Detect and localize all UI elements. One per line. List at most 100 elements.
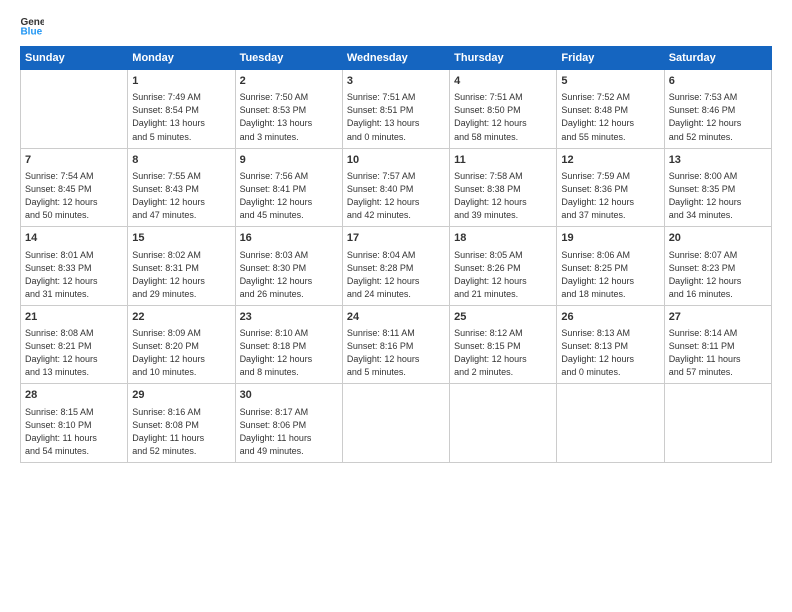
calendar-cell: 7 Sunrise: 7:54 AM Sunset: 8:45 PM Daylig… (21, 148, 128, 227)
calendar-cell: 4 Sunrise: 7:51 AM Sunset: 8:50 PM Daylig… (450, 70, 557, 149)
day-info: Sunrise: 7:53 AM Sunset: 8:46 PM Dayligh… (669, 91, 767, 143)
calendar-cell: 8 Sunrise: 7:55 AM Sunset: 8:43 PM Daylig… (128, 148, 235, 227)
weekday-header-friday: Friday (557, 47, 664, 70)
day-info: Sunrise: 7:59 AM Sunset: 8:36 PM Dayligh… (561, 170, 659, 222)
calendar-cell: 23 Sunrise: 8:10 AM Sunset: 8:18 PM Dayli… (235, 305, 342, 384)
day-info: Sunrise: 8:06 AM Sunset: 8:25 PM Dayligh… (561, 249, 659, 301)
calendar-cell: 5 Sunrise: 7:52 AM Sunset: 8:48 PM Daylig… (557, 70, 664, 149)
calendar-cell: 16 Sunrise: 8:03 AM Sunset: 8:30 PM Dayli… (235, 227, 342, 306)
calendar-cell: 21 Sunrise: 8:08 AM Sunset: 8:21 PM Dayli… (21, 305, 128, 384)
calendar-cell: 28Sunrise: 8:15 AM Sunset: 8:10 PM Dayli… (21, 384, 128, 463)
day-number: 19 (561, 231, 659, 246)
day-info: Sunrise: 7:51 AM Sunset: 8:51 PM Dayligh… (347, 91, 445, 143)
calendar-cell (21, 70, 128, 149)
calendar-cell: 17Sunrise: 8:04 AM Sunset: 8:28 PM Dayli… (342, 227, 449, 306)
calendar-cell: 15 Sunrise: 8:02 AM Sunset: 8:31 PM Dayli… (128, 227, 235, 306)
calendar-cell: 2 Sunrise: 7:50 AM Sunset: 8:53 PM Daylig… (235, 70, 342, 149)
day-info: Sunrise: 7:56 AM Sunset: 8:41 PM Dayligh… (240, 170, 338, 222)
day-info: Sunrise: 7:50 AM Sunset: 8:53 PM Dayligh… (240, 91, 338, 143)
day-number: 30 (240, 388, 338, 403)
calendar-cell (450, 384, 557, 463)
weekday-header-tuesday: Tuesday (235, 47, 342, 70)
day-number: 25 (454, 310, 552, 325)
calendar-cell: 11 Sunrise: 7:58 AM Sunset: 8:38 PM Dayli… (450, 148, 557, 227)
day-number: 5 (561, 74, 659, 89)
calendar-page: General Blue SundayMondayTuesdayWednesda… (0, 0, 792, 612)
calendar-cell: 14 Sunrise: 8:01 AM Sunset: 8:33 PM Dayli… (21, 227, 128, 306)
day-info: Sunrise: 8:04 AM Sunset: 8:28 PM Dayligh… (347, 249, 445, 301)
week-row-2: 7 Sunrise: 7:54 AM Sunset: 8:45 PM Daylig… (21, 148, 772, 227)
day-info: Sunrise: 7:58 AM Sunset: 8:38 PM Dayligh… (454, 170, 552, 222)
day-info: Sunrise: 8:13 AM Sunset: 8:13 PM Dayligh… (561, 327, 659, 379)
weekday-header-sunday: Sunday (21, 47, 128, 70)
day-info: Sunrise: 7:57 AM Sunset: 8:40 PM Dayligh… (347, 170, 445, 222)
calendar-cell (557, 384, 664, 463)
day-number: 27 (669, 310, 767, 325)
day-number: 9 (240, 153, 338, 168)
logo-icon: General Blue (20, 16, 44, 36)
calendar-cell: 12 Sunrise: 7:59 AM Sunset: 8:36 PM Dayli… (557, 148, 664, 227)
day-info: Sunrise: 7:52 AM Sunset: 8:48 PM Dayligh… (561, 91, 659, 143)
weekday-header-monday: Monday (128, 47, 235, 70)
svg-text:Blue: Blue (20, 26, 42, 36)
day-number: 11 (454, 153, 552, 168)
calendar-cell: 25 Sunrise: 8:12 AM Sunset: 8:15 PM Dayli… (450, 305, 557, 384)
week-row-5: 28Sunrise: 8:15 AM Sunset: 8:10 PM Dayli… (21, 384, 772, 463)
calendar-cell: 24 Sunrise: 8:11 AM Sunset: 8:16 PM Dayli… (342, 305, 449, 384)
calendar-cell: 30Sunrise: 8:17 AM Sunset: 8:06 PM Dayli… (235, 384, 342, 463)
day-number: 20 (669, 231, 767, 246)
calendar-cell: 9 Sunrise: 7:56 AM Sunset: 8:41 PM Daylig… (235, 148, 342, 227)
day-number: 16 (240, 231, 338, 246)
weekday-header-thursday: Thursday (450, 47, 557, 70)
day-number: 14 (25, 231, 123, 246)
calendar-cell: 29Sunrise: 8:16 AM Sunset: 8:08 PM Dayli… (128, 384, 235, 463)
day-info: Sunrise: 8:01 AM Sunset: 8:33 PM Dayligh… (25, 249, 123, 301)
calendar-cell: 27 Sunrise: 8:14 AM Sunset: 8:11 PM Dayli… (664, 305, 771, 384)
day-number: 24 (347, 310, 445, 325)
day-info: Sunrise: 7:55 AM Sunset: 8:43 PM Dayligh… (132, 170, 230, 222)
day-info: Sunrise: 7:51 AM Sunset: 8:50 PM Dayligh… (454, 91, 552, 143)
day-info: Sunrise: 8:07 AM Sunset: 8:23 PM Dayligh… (669, 249, 767, 301)
day-info: Sunrise: 8:16 AM Sunset: 8:08 PM Dayligh… (132, 406, 230, 458)
day-number: 12 (561, 153, 659, 168)
day-number: 6 (669, 74, 767, 89)
day-info: Sunrise: 8:05 AM Sunset: 8:26 PM Dayligh… (454, 249, 552, 301)
logo: General Blue (20, 16, 50, 36)
calendar-cell: 1Sunrise: 7:49 AM Sunset: 8:54 PM Daylig… (128, 70, 235, 149)
day-number: 2 (240, 74, 338, 89)
day-number: 8 (132, 153, 230, 168)
day-number: 23 (240, 310, 338, 325)
day-info: Sunrise: 8:11 AM Sunset: 8:16 PM Dayligh… (347, 327, 445, 379)
day-info: Sunrise: 8:08 AM Sunset: 8:21 PM Dayligh… (25, 327, 123, 379)
day-number: 13 (669, 153, 767, 168)
week-row-4: 21 Sunrise: 8:08 AM Sunset: 8:21 PM Dayli… (21, 305, 772, 384)
calendar-cell: 18 Sunrise: 8:05 AM Sunset: 8:26 PM Dayli… (450, 227, 557, 306)
calendar-cell: 19 Sunrise: 8:06 AM Sunset: 8:25 PM Dayli… (557, 227, 664, 306)
calendar-cell: 13 Sunrise: 8:00 AM Sunset: 8:35 PM Dayli… (664, 148, 771, 227)
calendar-table: SundayMondayTuesdayWednesdayThursdayFrid… (20, 46, 772, 463)
day-number: 22 (132, 310, 230, 325)
day-number: 3 (347, 74, 445, 89)
day-info: Sunrise: 8:10 AM Sunset: 8:18 PM Dayligh… (240, 327, 338, 379)
weekday-header-wednesday: Wednesday (342, 47, 449, 70)
calendar-cell: 26Sunrise: 8:13 AM Sunset: 8:13 PM Dayli… (557, 305, 664, 384)
day-number: 21 (25, 310, 123, 325)
day-number: 28 (25, 388, 123, 403)
week-row-1: 1Sunrise: 7:49 AM Sunset: 8:54 PM Daylig… (21, 70, 772, 149)
header: General Blue (20, 16, 772, 36)
calendar-cell: 10Sunrise: 7:57 AM Sunset: 8:40 PM Dayli… (342, 148, 449, 227)
day-info: Sunrise: 8:02 AM Sunset: 8:31 PM Dayligh… (132, 249, 230, 301)
day-number: 1 (132, 74, 230, 89)
day-info: Sunrise: 8:12 AM Sunset: 8:15 PM Dayligh… (454, 327, 552, 379)
day-info: Sunrise: 8:03 AM Sunset: 8:30 PM Dayligh… (240, 249, 338, 301)
day-number: 15 (132, 231, 230, 246)
calendar-cell: 20 Sunrise: 8:07 AM Sunset: 8:23 PM Dayli… (664, 227, 771, 306)
day-info: Sunrise: 7:54 AM Sunset: 8:45 PM Dayligh… (25, 170, 123, 222)
day-info: Sunrise: 8:00 AM Sunset: 8:35 PM Dayligh… (669, 170, 767, 222)
day-info: Sunrise: 8:14 AM Sunset: 8:11 PM Dayligh… (669, 327, 767, 379)
day-number: 18 (454, 231, 552, 246)
day-info: Sunrise: 8:09 AM Sunset: 8:20 PM Dayligh… (132, 327, 230, 379)
day-number: 4 (454, 74, 552, 89)
header-row: SundayMondayTuesdayWednesdayThursdayFrid… (21, 47, 772, 70)
day-number: 7 (25, 153, 123, 168)
